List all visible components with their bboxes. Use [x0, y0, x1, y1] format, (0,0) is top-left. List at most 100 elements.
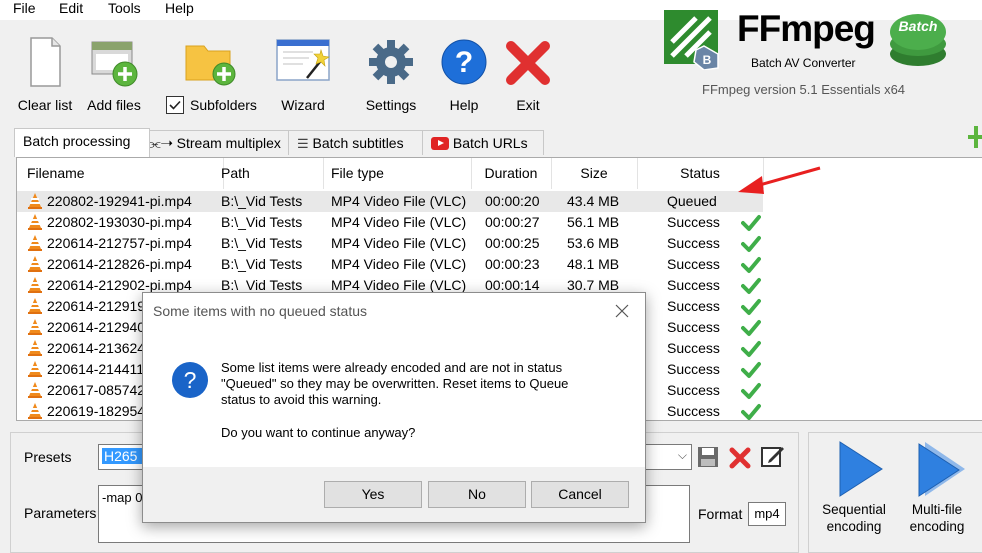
table-row[interactable]: 220802-192941-pi.mp4 B:\_Vid Tests MP4 Vid… — [17, 191, 763, 212]
wizard-button[interactable]: Wizard — [268, 36, 338, 116]
success-check-icon — [741, 404, 761, 420]
cell-status: Success — [667, 403, 720, 419]
multifile-line2: encoding — [909, 519, 965, 534]
tab-label: Stream multiplex — [176, 135, 281, 151]
format-label: Format — [698, 506, 743, 522]
help-icon: ? — [441, 39, 487, 85]
edit-preset-icon[interactable] — [760, 444, 786, 470]
menu-edit[interactable]: Edit — [59, 0, 83, 16]
batch-badge-text: Batch — [898, 18, 938, 34]
cell-size: 48.1 MB — [567, 256, 620, 272]
success-check-icon — [741, 257, 761, 273]
cell-status: Success — [667, 235, 720, 251]
cell-duration: 00:00:25 — [485, 235, 540, 251]
sequential-encoding-button[interactable]: Sequential encoding — [818, 440, 890, 540]
tab-batch-urls[interactable]: Batch URLs — [422, 130, 544, 155]
cell-status: Success — [667, 361, 720, 377]
version-text: FFmpeg version 5.1 Essentials x64 — [702, 82, 906, 97]
cell-path: B:\_Vid Tests — [221, 193, 303, 209]
cell-file-type: MP4 Video File (VLC) — [331, 193, 467, 209]
ffmpeg-logo-icon: B — [664, 10, 719, 70]
brand-subtitle: Batch AV Converter — [751, 56, 856, 70]
help-label: Help — [449, 97, 479, 113]
add-files-label: Add files — [87, 97, 141, 113]
play-icon — [839, 441, 883, 497]
tab-batch-processing[interactable]: Batch processing — [14, 128, 150, 157]
chevron-down-icon: ⌵ — [677, 448, 687, 462]
subfolders-checkbox[interactable] — [166, 96, 184, 114]
subtitles-icon: ☰ — [297, 136, 309, 151]
sequential-line2: encoding — [826, 519, 882, 534]
question-icon: ? — [172, 362, 208, 398]
cell-file-type: MP4 Video File (VLC) — [331, 235, 467, 251]
cell-filename: 220802-193030-pi.mp4 — [47, 214, 192, 230]
cell-file-type: MP4 Video File (VLC) — [331, 256, 467, 272]
table-row[interactable]: 220802-193030-pi.mp4 B:\_Vid Tests MP4 Vid… — [17, 212, 763, 233]
cell-status: Queued — [667, 193, 717, 209]
menu-file[interactable]: File — [13, 0, 36, 16]
cancel-button[interactable]: Cancel — [531, 481, 629, 508]
success-check-icon — [741, 383, 761, 399]
dialog-question: Do you want to continue anyway? — [221, 425, 416, 440]
add-tab-icon[interactable] — [966, 124, 982, 150]
vlc-cone-icon — [28, 382, 42, 398]
yes-button[interactable]: Yes — [324, 481, 422, 508]
wizard-icon — [276, 39, 330, 81]
subfolders-label: Subfolders — [190, 97, 257, 113]
cell-path: B:\_Vid Tests — [221, 214, 303, 230]
cell-size: 43.4 MB — [567, 193, 620, 209]
video-play-icon — [431, 137, 449, 150]
column-header-size[interactable]: Size — [551, 158, 638, 189]
clear-list-button[interactable]: Clear list — [10, 36, 80, 116]
tab-batch-subtitles[interactable]: ☰ Batch subtitles — [288, 130, 424, 155]
multiplex-icon: ⫘➝ — [149, 136, 173, 151]
cell-size: 53.6 MB — [567, 235, 620, 251]
vlc-cone-icon — [28, 403, 42, 419]
format-input[interactable]: mp4 — [748, 502, 786, 526]
dialog-message-line: "Queued" so they may be overwritten. Res… — [221, 376, 569, 391]
menu-help[interactable]: Help — [165, 0, 194, 16]
cell-path: B:\_Vid Tests — [221, 235, 303, 251]
cell-status: Success — [667, 256, 720, 272]
table-row[interactable]: 220614-212757-pi.mp4 B:\_Vid Tests MP4 Vid… — [17, 233, 763, 254]
batch-badge: Batch — [886, 6, 950, 68]
column-header-file-type[interactable]: File type — [323, 158, 472, 189]
add-files-button[interactable]: Add files — [79, 36, 149, 116]
batch-stack-icon — [890, 14, 946, 66]
save-preset-icon[interactable] — [697, 446, 719, 468]
cell-file-type: MP4 Video File (VLC) — [331, 214, 467, 230]
delete-preset-icon[interactable] — [728, 446, 752, 470]
column-header-filename[interactable]: Filename — [17, 158, 224, 189]
settings-button[interactable]: Settings — [356, 36, 426, 116]
svg-text:?: ? — [184, 367, 197, 393]
cell-filename: 220614-212757-pi.mp4 — [47, 235, 192, 251]
column-header-path[interactable]: Path — [213, 158, 324, 189]
success-check-icon — [741, 362, 761, 378]
tab-stream-multiplex[interactable]: ⫘➝ Stream multiplex — [140, 130, 298, 155]
cell-status: Success — [667, 340, 720, 356]
dialog-message-line: Some list items were already encoded and… — [221, 360, 563, 375]
brand-name: FFmpeg — [737, 8, 876, 49]
tab-label: Batch URLs — [452, 135, 528, 151]
help-button[interactable]: ? Help — [429, 36, 499, 116]
vlc-cone-icon — [28, 214, 42, 230]
no-button[interactable]: No — [428, 481, 526, 508]
menu-tools[interactable]: Tools — [108, 0, 141, 16]
column-header-duration[interactable]: Duration — [471, 158, 552, 189]
settings-label: Settings — [365, 97, 417, 113]
sequential-line1: Sequential — [822, 502, 886, 517]
cell-size: 56.1 MB — [567, 214, 620, 230]
cell-status: Success — [667, 298, 720, 314]
close-icon[interactable] — [615, 304, 629, 318]
svg-text:B: B — [703, 53, 712, 67]
dialog-message-line: status to avoid this warning. — [221, 392, 382, 407]
cell-duration: 00:00:27 — [485, 214, 540, 230]
clear-list-label: Clear list — [17, 97, 73, 113]
success-check-icon — [741, 278, 761, 294]
table-row[interactable]: 220614-212826-pi.mp4 B:\_Vid Tests MP4 Vid… — [17, 254, 763, 275]
multifile-encoding-button[interactable]: Multi-file encoding — [902, 440, 972, 540]
folder-add-icon — [180, 36, 240, 92]
exit-label: Exit — [516, 97, 540, 113]
vlc-cone-icon — [28, 361, 42, 377]
exit-button[interactable]: Exit — [493, 36, 563, 116]
